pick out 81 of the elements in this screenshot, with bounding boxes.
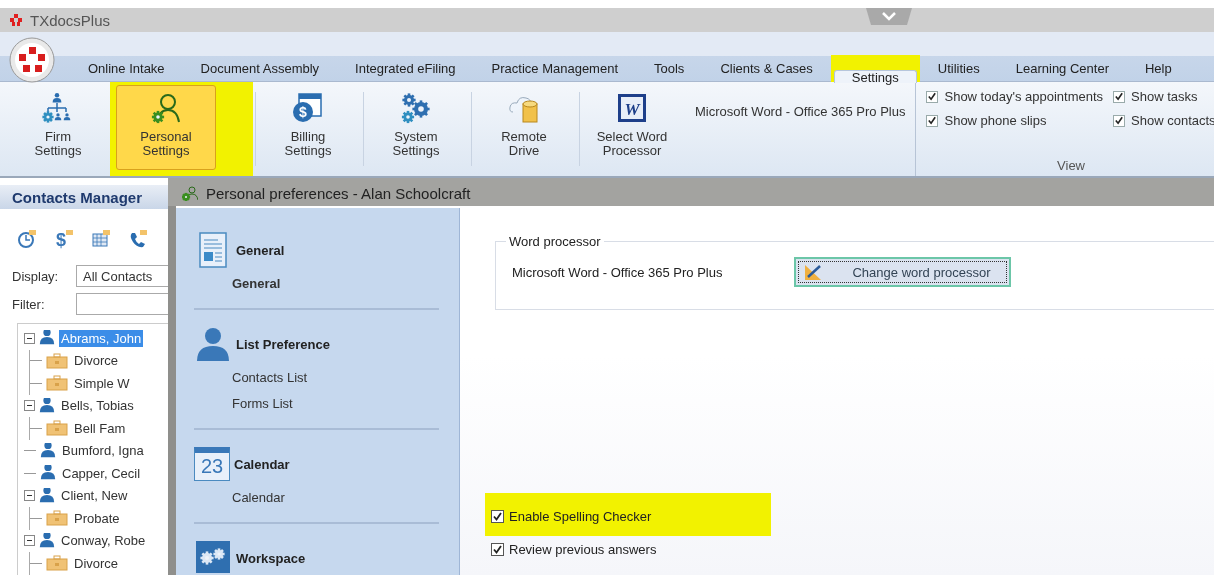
tree-item[interactable]: Bell Fam [72,419,128,437]
gears-icon [399,92,433,124]
logo-icon [10,14,22,26]
checkbox[interactable] [926,114,939,127]
dialog-title: Personal preferences - Alan Schoolcraft [206,184,471,202]
field-label: Display: [12,268,60,284]
section-heading: Workspace [236,550,306,566]
ribbon-button[interactable]: System Settings [366,85,466,170]
ribbon-button[interactable]: $ Billing Settings [258,85,358,170]
ribbon-tab[interactable]: Integrated eFiling [337,55,474,81]
group-label: View [1057,158,1085,173]
phone-icon[interactable] [128,229,148,249]
app-logo-icon[interactable] [8,37,56,83]
checkbox-label: Enable Spelling Checker [509,509,652,524]
ribbon-tab[interactable]: Online Intake [70,55,183,81]
change-word-processor-button[interactable]: Change word processor [794,257,1011,287]
nav-item[interactable]: Forms List [194,390,439,416]
ribbon-tab[interactable]: Practice Management [473,55,636,81]
briefcase-icon [46,352,68,369]
tree-item[interactable]: Conway, Robe [59,532,148,550]
checkbox-label: Show phone slips [944,113,1047,128]
ribbon-tab[interactable]: Document Assembly [182,55,338,81]
ribbon-button[interactable]: W Select Word Processor [582,85,682,170]
person-icon [39,532,55,549]
person-gear-icon [182,185,198,201]
word-document-icon: W [615,92,649,124]
field-label: Filter: [12,296,46,312]
tree-item[interactable]: Simple W [72,374,132,392]
ribbon-tab[interactable]: Clients & Cases [702,55,831,81]
ribbon-tab[interactable]: Learning Center [997,55,1127,81]
checkbox[interactable] [926,90,939,103]
ribbon-tab[interactable]: Tools [636,55,703,81]
ribbon-tab[interactable]: Utilities [919,55,998,81]
briefcase-icon [46,420,68,437]
ribbon-button[interactable]: Remote Drive [474,85,574,170]
ribbon-tab[interactable]: Help [1127,55,1190,81]
app-title: TXdocsPlus [30,11,111,29]
person-icon [39,487,55,504]
clock-icon[interactable] [17,229,37,249]
gears-window-icon [194,539,232,575]
section-heading: Calendar [234,456,290,472]
checkbox[interactable] [491,543,504,556]
ribbon-button[interactable]: Personal Settings [116,85,216,170]
collapse-toggle[interactable] [24,535,35,547]
tree-item[interactable]: Bumford, Igna [60,442,146,460]
checkbox-label: Show tasks [1131,89,1198,104]
collapse-toggle[interactable] [24,400,35,412]
person-icon [194,325,232,363]
tree-item[interactable]: Bells, Tobias [59,397,136,415]
checkbox-label: Review previous answers [509,542,657,557]
tree-item[interactable]: Divorce [72,554,121,572]
collapse-toggle[interactable] [24,332,35,344]
word-processor-value: Microsoft Word - Office 365 Pro Plus [512,264,723,280]
person-icon [40,465,56,482]
briefcase-icon [46,375,68,392]
checkbox-label: Show today's appointments [944,89,1104,104]
group-title: Word processor [508,234,602,249]
nav-item[interactable]: Calendar [194,484,439,510]
tree-item[interactable]: Client, New [59,487,130,505]
nav-item[interactable]: General [194,270,439,296]
calendar-icon: 23 [194,447,230,481]
collapse-toggle[interactable] [24,490,35,502]
panel-title: Contacts Manager [0,185,168,209]
ribbon-tab[interactable]: Settings [833,70,917,83]
tree-item[interactable]: Probate [72,509,122,527]
person-gear-icon [149,92,183,124]
ribbon-button[interactable]: Firm Settings [8,85,108,170]
checkbox[interactable] [1113,114,1126,127]
checkbox[interactable] [1113,90,1126,103]
section-heading: List Preference [236,336,330,352]
tree-item[interactable]: Divorce [72,352,121,370]
nav-item[interactable]: Contacts List [194,364,439,390]
briefcase-icon [46,555,68,572]
briefcase-icon [46,510,68,527]
section-heading: General [236,242,285,258]
person-icon [39,330,55,347]
person-icon [39,397,55,414]
calendar-grid-icon[interactable] [91,229,111,249]
tree-item[interactable]: Capper, Cecil [60,464,143,482]
person-icon [40,442,56,459]
checkbox[interactable] [491,510,504,523]
